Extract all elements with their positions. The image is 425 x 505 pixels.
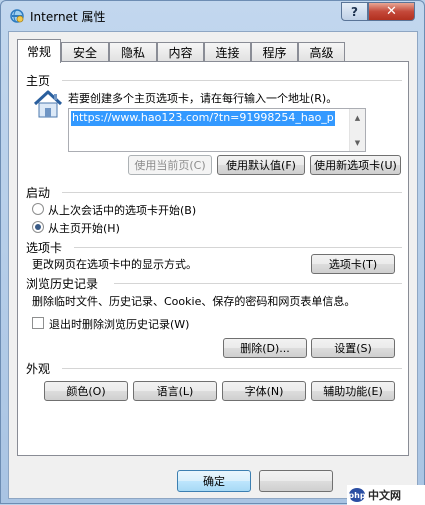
tabs-group-label: 选项卡 [26,241,63,255]
tabs-description: 更改网页在选项卡中的显示方式。 [32,258,197,271]
window-title: Internet 属性 [30,10,106,24]
help-icon: ? [351,4,358,19]
scroll-down-icon[interactable]: ▼ [350,135,365,150]
home-group-label: 主页 [26,74,51,88]
home-page-url-text: https://www.hao123.com/?tn=91998254_hao_… [71,111,335,126]
delete-on-exit-label[interactable]: 退出时删除浏览历史记录(W) [49,316,189,332]
dialog-client-area: 常规 安全 隐私 内容 连接 程序 高级 主页 若要创建多个主页选项卡，请在每行… [8,31,418,499]
home-page-url-input[interactable]: https://www.hao123.com/?tn=91998254_hao_… [68,108,366,152]
home-separator [62,80,402,81]
history-description: 删除临时文件、历史记录、Cookie、保存的密码和网页表单信息。 [32,295,356,308]
radio-home[interactable] [32,221,44,233]
startup-group-label: 启动 [26,186,51,200]
history-settings-button[interactable]: 设置(S) [311,338,395,358]
house-icon [33,90,63,118]
radio-last-session[interactable] [32,203,44,215]
title-bar[interactable]: Internet 属性 ? ✕ [1,1,425,31]
tab-general[interactable]: 常规 [17,39,61,63]
delete-on-exit-checkbox[interactable] [32,317,44,329]
history-separator [114,283,402,284]
cancel-button[interactable] [259,470,333,492]
url-scrollbar[interactable]: ▲ ▼ [349,109,365,151]
colors-button[interactable]: 颜色(O) [44,381,128,401]
tabs-separator [74,247,402,248]
tab-connections[interactable]: 连接 [204,42,251,61]
close-button[interactable]: ✕ [368,2,415,21]
languages-button[interactable]: 语言(L) [133,381,217,401]
tab-programs[interactable]: 程序 [251,42,298,61]
home-description: 若要创建多个主页选项卡，请在每行输入一个地址(R)。 [68,92,338,105]
accessibility-button[interactable]: 辅助功能(E) [311,381,395,401]
ok-button[interactable]: 确定 [177,470,251,492]
scroll-up-icon[interactable]: ▲ [350,110,365,125]
tabs-settings-button[interactable]: 选项卡(T) [311,254,395,274]
radio-home-label[interactable]: 从主页开始(H) [48,220,120,236]
history-group-label: 浏览历史记录 [26,277,99,291]
tab-security[interactable]: 安全 [61,42,109,61]
tab-content[interactable]: 内容 [157,42,204,61]
appearance-separator [62,368,402,369]
appearance-group-label: 外观 [26,362,51,376]
help-button[interactable]: ? [341,2,368,21]
general-tab-panel: 主页 若要创建多个主页选项卡，请在每行输入一个地址(R)。 https://ww… [17,61,409,456]
delete-history-button[interactable]: 删除(D)... [223,338,307,358]
watermark-text: 中文网 [368,489,401,502]
startup-separator [62,192,402,193]
close-icon: ✕ [386,4,397,19]
internet-explorer-icon [10,9,24,23]
radio-last-session-label[interactable]: 从上次会话中的选项卡开始(B) [48,202,196,218]
php-logo-icon: php [348,488,366,502]
watermark: php 中文网 [347,485,425,505]
dialog-window: Internet 属性 ? ✕ 常规 安全 隐私 内容 连接 程序 高级 主页 [0,0,425,505]
fonts-button[interactable]: 字体(N) [222,381,306,401]
use-new-tab-button[interactable]: 使用新选项卡(U) [310,155,401,175]
tab-advanced[interactable]: 高级 [298,42,345,61]
tab-privacy[interactable]: 隐私 [109,42,157,61]
use-current-button[interactable]: 使用当前页(C) [128,155,212,175]
use-default-button[interactable]: 使用默认值(F) [217,155,305,175]
